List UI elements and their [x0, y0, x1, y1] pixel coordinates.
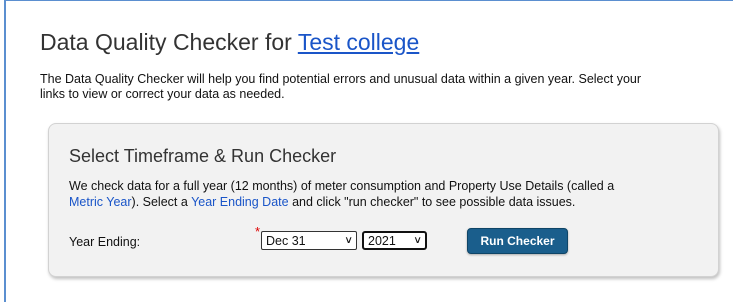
month-select-value: Dec 31: [266, 233, 306, 248]
desc-part-3: and click "run checker" to see possible …: [292, 195, 576, 209]
year-ending-label: Year Ending:: [69, 235, 141, 249]
page-title: Data Quality Checker for Test college: [40, 29, 419, 56]
chevron-down-icon: ∨: [343, 235, 353, 246]
intro-line-2: links to view or correct your data as ne…: [40, 87, 285, 101]
intro-text: The Data Quality Checker will help you f…: [40, 72, 733, 102]
intro-line-1: The Data Quality Checker will help you f…: [40, 72, 642, 86]
content-frame: Data Quality Checker for Test college Th…: [4, 0, 733, 302]
desc-part-2: ). Select a: [131, 195, 188, 209]
metric-year-link[interactable]: Metric Year: [69, 195, 132, 209]
year-ending-date-link[interactable]: Year Ending Date: [191, 195, 289, 209]
required-marker: *: [255, 224, 261, 239]
panel-title: Select Timeframe & Run Checker: [69, 146, 337, 166]
desc-part-1: We check data for a full year (12 months…: [69, 179, 615, 193]
chevron-down-icon: ∨: [412, 235, 422, 246]
run-checker-button[interactable]: Run Checker: [467, 228, 568, 254]
month-select[interactable]: Dec 31 ∨: [261, 231, 357, 250]
year-select-value: 2021: [368, 233, 396, 248]
timeframe-panel: Select Timeframe & Run Checker We check …: [48, 123, 719, 277]
year-select[interactable]: 2021 ∨: [362, 231, 427, 250]
panel-description: We check data for a full year (12 months…: [69, 178, 714, 210]
property-link[interactable]: Test college: [298, 29, 419, 55]
page-title-prefix: Data Quality Checker for: [40, 29, 292, 55]
